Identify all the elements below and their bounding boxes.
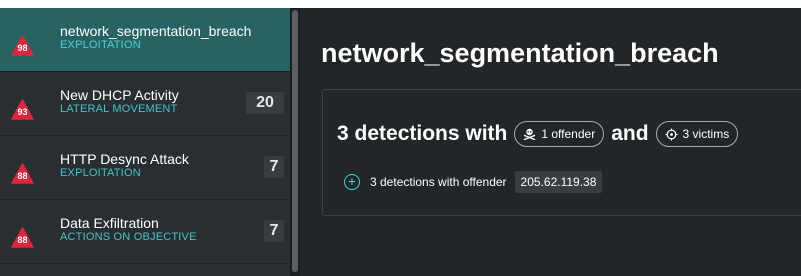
- severity-badge: 88: [11, 163, 34, 184]
- offender-row-label: 3 detections with offender: [370, 175, 507, 189]
- crosshair-icon: [665, 128, 678, 140]
- victims-pill[interactable]: 3 victims: [655, 121, 739, 147]
- detection-list-item[interactable]: 88 Data Exfiltration ACTIONS ON OBJECTIV…: [0, 200, 290, 264]
- detection-title: network_segmentation_breach: [60, 23, 252, 39]
- detection-count-badge: 20: [246, 92, 284, 114]
- detection-list-item[interactable]: 93 New DHCP Activity LATERAL MOVEMENT 20: [0, 72, 290, 136]
- page-title: network_segmentation_breach: [321, 38, 719, 68]
- detection-title: Data Exfiltration: [60, 215, 159, 231]
- detection-count-badge: 7: [264, 156, 284, 178]
- victims-pill-label: 3 victims: [682, 127, 730, 141]
- and-text: and: [611, 122, 649, 145]
- headline-prefix: 3 detections with: [337, 122, 508, 145]
- severity-badge: 88: [11, 227, 34, 248]
- detection-tactic: EXPLOITATION: [60, 167, 141, 179]
- offender-detections-row: + 3 detections with offender 205.62.119.…: [344, 170, 603, 194]
- offender-pill-label: 1 offender: [541, 127, 596, 141]
- skull-crossbones-icon: [524, 128, 536, 140]
- severity-badge: 98: [11, 35, 34, 56]
- severity-score: 88: [17, 171, 28, 181]
- severity-badge: 93: [11, 99, 34, 120]
- scrollbar-thumb[interactable]: [292, 10, 298, 272]
- detections-app: 98 network_segmentation_breach EXPLOITAT…: [0, 8, 801, 276]
- severity-score: 98: [17, 43, 28, 53]
- severity-score: 93: [17, 107, 28, 117]
- summary-headline: 3 detections with 1 offender and 3 victi…: [337, 117, 739, 151]
- severity-score: 88: [17, 235, 28, 245]
- detection-tactic: ACTIONS ON OBJECTIVE: [60, 231, 197, 243]
- detection-title: New DHCP Activity: [60, 87, 179, 103]
- detections-sidebar: 98 network_segmentation_breach EXPLOITAT…: [0, 8, 290, 276]
- detection-tactic: EXPLOITATION: [60, 39, 141, 51]
- sidebar-scrollbar[interactable]: [290, 8, 300, 276]
- detection-list-item[interactable]: 98 network_segmentation_breach EXPLOITAT…: [0, 8, 290, 72]
- offender-pill[interactable]: 1 offender: [514, 121, 605, 147]
- plus-circle-icon[interactable]: +: [344, 174, 360, 190]
- detection-list-item[interactable]: 88 HTTP Desync Attack EXPLOITATION 7: [0, 136, 290, 200]
- detection-title: HTTP Desync Attack: [60, 151, 189, 167]
- detection-detail-panel: network_segmentation_breach 3 detections…: [300, 8, 801, 276]
- detection-count-badge: 7: [264, 220, 284, 242]
- detection-tactic: LATERAL MOVEMENT: [60, 103, 178, 115]
- detection-summary-card: 3 detections with 1 offender and 3 victi…: [322, 89, 801, 216]
- offender-ip-chip[interactable]: 205.62.119.38: [514, 171, 603, 193]
